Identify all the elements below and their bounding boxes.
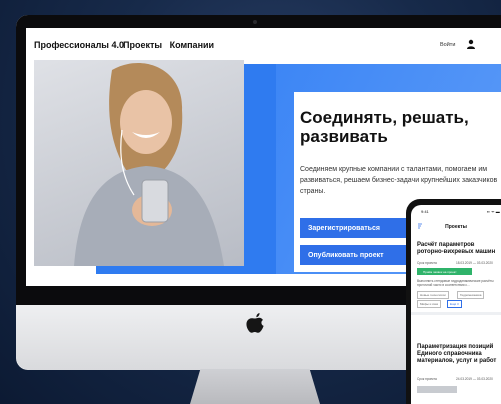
- project-2-title[interactable]: Параметризация позиций Единого справочни…: [417, 344, 499, 365]
- login-link[interactable]: Войти: [440, 42, 455, 48]
- project-1-deadline-value: 18.03.2019 — 03.03.2020: [456, 261, 493, 265]
- project-1-deadline-label: Срок проекта: [417, 261, 437, 265]
- project-1-description: Выполнить стендовые гидродинамические ра…: [417, 279, 494, 287]
- hero-subtext: Соединяем крупные компании с талантами, …: [300, 166, 498, 195]
- project-1-tag[interactable]: Гидромеханика: [457, 291, 485, 299]
- nav-link-companies[interactable]: Компании: [170, 40, 214, 50]
- project-2-status-badge: [417, 386, 457, 393]
- hero-photo: [34, 60, 244, 266]
- user-icon[interactable]: [466, 39, 476, 49]
- phone-page-title: Проекты: [445, 224, 467, 230]
- project-1-status-badge: Приём заявок на проект: [417, 268, 472, 275]
- project-1-title[interactable]: Расчёт параметров роторно-вихревых машин: [417, 242, 499, 256]
- hero-headline: Соединять, решать, развивать: [300, 108, 469, 146]
- phone-status-time: 9:41: [421, 209, 429, 214]
- list-divider: [411, 312, 501, 315]
- camera-icon: [253, 20, 257, 24]
- project-2-deadline-value: 24.03.2019 — 03.03.2020: [456, 377, 493, 381]
- apple-logo-icon: [246, 313, 264, 333]
- nav-links: Проекты Компании: [123, 40, 219, 50]
- site-header: Профессионалы 4.0 Проекты Компании Войти: [26, 28, 501, 58]
- project-1-tag[interactable]: Новые технологии: [417, 291, 449, 299]
- phone-screen: 9:41 ▪▪ ᯤ ▬ Проекты Расчёт параметров ро…: [411, 205, 501, 404]
- nav-link-projects[interactable]: Проекты: [123, 40, 162, 50]
- woman-with-phone-image: [74, 63, 224, 266]
- project-2-deadline-label: Срок проекта: [417, 377, 437, 381]
- site-logo[interactable]: Профессионалы 4.0: [34, 40, 124, 50]
- register-button[interactable]: Зарегистрироваться: [300, 218, 416, 238]
- imac-stand: [190, 369, 320, 404]
- project-1-more-tags[interactable]: Ещё 3: [447, 300, 462, 308]
- project-1-tag[interactable]: Мифы и сказ: [417, 300, 442, 308]
- publish-project-button[interactable]: Опубликовать проект: [300, 245, 416, 265]
- phone-status-icons: ▪▪ ᯤ ▬: [487, 209, 500, 214]
